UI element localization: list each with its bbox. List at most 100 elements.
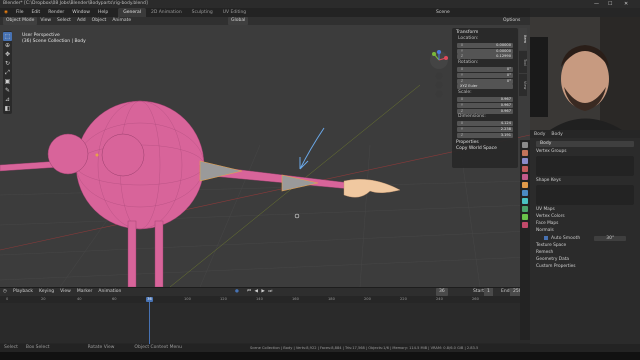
scale-icon[interactable]: ⤢ <box>3 68 12 77</box>
orientation-dropdown[interactable]: Global <box>228 17 249 25</box>
blender-logo-icon[interactable]: ◉ <box>0 8 12 17</box>
left-leg-mesh[interactable] <box>127 220 137 287</box>
timeline-editor[interactable]: ◷ Playback Keying View Marker Animation … <box>0 288 530 344</box>
cursor-icon[interactable]: ⊕ <box>3 41 12 50</box>
menu-timeline-view[interactable]: View <box>57 288 74 296</box>
material-props-icon[interactable] <box>522 222 528 228</box>
scale-x-field[interactable]: X 0.967 <box>457 96 513 102</box>
normals-panel[interactable]: Normals <box>530 227 640 234</box>
measure-icon[interactable]: ⊿ <box>3 95 12 104</box>
auto-smooth-angle-field[interactable]: 30° <box>594 235 627 241</box>
menu-help[interactable]: Help <box>94 8 112 17</box>
dimensions-x-field[interactable]: X 4.124 <box>457 121 513 127</box>
particles-props-icon[interactable] <box>522 198 528 204</box>
menu-keying[interactable]: Keying <box>36 288 57 296</box>
start-frame-field[interactable]: 1 <box>484 288 493 296</box>
tab-sculpting[interactable]: Sculpting <box>187 8 218 17</box>
auto-smooth-checkbox[interactable] <box>544 236 548 240</box>
copy-world-space-header[interactable]: Copy World Space <box>454 146 516 152</box>
minimize-icon[interactable]: — <box>594 0 599 8</box>
zoom-icon[interactable] <box>435 72 443 80</box>
mesh-data-props-icon[interactable] <box>522 214 528 220</box>
scale-y-field[interactable]: Y 0.967 <box>457 102 513 108</box>
scene-props-icon[interactable] <box>522 166 528 172</box>
texture-space-panel[interactable]: Texture Space <box>530 242 640 249</box>
left-eye-mesh[interactable] <box>47 133 89 175</box>
menu-window[interactable]: Window <box>68 8 94 17</box>
playback-controls[interactable]: ⏮ ◀ ▶ ⏭ <box>244 288 276 296</box>
scale-z-field[interactable]: Z 0.967 <box>457 108 513 114</box>
menu-add[interactable]: Add <box>74 17 89 25</box>
rotation-z-field[interactable]: Z 0° <box>457 78 513 84</box>
vertex-groups-list[interactable] <box>536 156 634 176</box>
3d-viewport[interactable]: Object Mode View Select Add Object Anima… <box>0 17 530 287</box>
menu-playback[interactable]: Playback <box>10 288 36 296</box>
world-props-icon[interactable] <box>522 174 528 180</box>
menu-edit[interactable]: Edit <box>27 8 44 17</box>
viewport-scene[interactable] <box>0 25 530 287</box>
dimensions-y-field[interactable]: Y 2.238 <box>457 126 513 132</box>
camera-view-icon[interactable] <box>435 90 443 98</box>
tab-tool[interactable]: Tool <box>519 51 527 73</box>
current-frame-field[interactable]: 36 <box>436 288 448 296</box>
menu-select[interactable]: Select <box>54 17 74 25</box>
shape-keys-list[interactable] <box>536 185 634 205</box>
hand-mesh[interactable] <box>343 179 401 198</box>
rotation-mode-dropdown[interactable]: XYZ Euler <box>457 84 513 90</box>
menu-view[interactable]: View <box>37 17 54 25</box>
render-props-icon[interactable] <box>522 150 528 156</box>
playhead-line[interactable] <box>149 302 150 344</box>
rotate-icon[interactable]: ↻ <box>3 59 12 68</box>
shape-keys-panel[interactable]: Shape Keys <box>530 177 640 184</box>
close-icon[interactable]: ✕ <box>624 0 628 8</box>
tab-item[interactable]: Item <box>519 28 527 50</box>
object-props-icon[interactable] <box>522 182 528 188</box>
right-leg-mesh[interactable] <box>154 220 164 287</box>
menu-object[interactable]: Object <box>89 17 110 25</box>
location-x-field[interactable]: X 0.00000 <box>457 42 513 48</box>
custom-properties-panel[interactable]: Custom Properties <box>530 263 640 270</box>
timeline-tracks[interactable] <box>0 303 530 343</box>
rotation-y-field[interactable]: Y 0° <box>457 72 513 78</box>
location-z-field[interactable]: Z 0.12990 <box>457 54 513 60</box>
rotation-x-field[interactable]: X 0° <box>457 66 513 72</box>
navigation-gizmo[interactable] <box>428 49 450 99</box>
menu-marker[interactable]: Marker <box>74 288 96 296</box>
annotate-icon[interactable]: ✎ <box>3 86 12 95</box>
right-eye-mesh[interactable] <box>101 133 145 177</box>
maximize-icon[interactable]: ☐ <box>608 0 612 8</box>
dimensions-z-field[interactable]: Z 3.191 <box>457 132 513 138</box>
scene-selector[interactable]: Scene <box>436 8 450 17</box>
mode-dropdown[interactable]: Object Mode <box>3 17 38 25</box>
physics-props-icon[interactable] <box>522 206 528 212</box>
menu-render[interactable]: Render <box>44 8 68 17</box>
tab-uv-editing[interactable]: UV Editing <box>218 8 251 17</box>
menu-animation[interactable]: Animation <box>95 288 124 296</box>
transform-icon[interactable]: ▣ <box>3 77 12 86</box>
modifier-props-icon[interactable] <box>522 190 528 196</box>
options-dropdown[interactable]: Options <box>500 17 523 25</box>
frame-ruler[interactable]: 0 20 40 60 100 120 140 160 180 200 220 2… <box>0 297 530 303</box>
add-cube-icon[interactable]: ◧ <box>3 104 12 113</box>
tool-props-icon[interactable] <box>522 142 528 148</box>
pan-icon[interactable] <box>435 81 443 89</box>
cursor-select-icon[interactable]: ⬚ <box>3 32 12 41</box>
tab-view[interactable]: View <box>519 74 527 96</box>
timeline-editor-type-icon[interactable]: ◷ <box>0 288 10 296</box>
vertex-colors-panel[interactable]: Vertex Colors <box>530 213 640 220</box>
record-icon[interactable]: ● <box>232 288 242 296</box>
menu-file[interactable]: File <box>12 8 28 17</box>
menu-animate[interactable]: Animate <box>109 17 134 25</box>
tab-2d-animation[interactable]: 2D Animation <box>146 8 187 17</box>
move-icon[interactable]: ✥ <box>3 50 12 59</box>
location-y-field[interactable]: Y 0.00000 <box>457 48 513 54</box>
remesh-panel[interactable]: Remesh <box>530 249 640 256</box>
face-maps-panel[interactable]: Face Maps <box>530 220 640 227</box>
uv-maps-panel[interactable]: UV Maps <box>530 206 640 213</box>
mesh-name-field[interactable]: Body <box>536 141 634 147</box>
vertex-groups-panel[interactable]: Vertex Groups <box>530 148 640 155</box>
output-props-icon[interactable] <box>522 158 528 164</box>
geometry-data-panel[interactable]: Geometry Data <box>530 256 640 263</box>
3d-cursor-icon[interactable] <box>294 213 300 219</box>
tab-general[interactable]: General <box>118 8 146 17</box>
